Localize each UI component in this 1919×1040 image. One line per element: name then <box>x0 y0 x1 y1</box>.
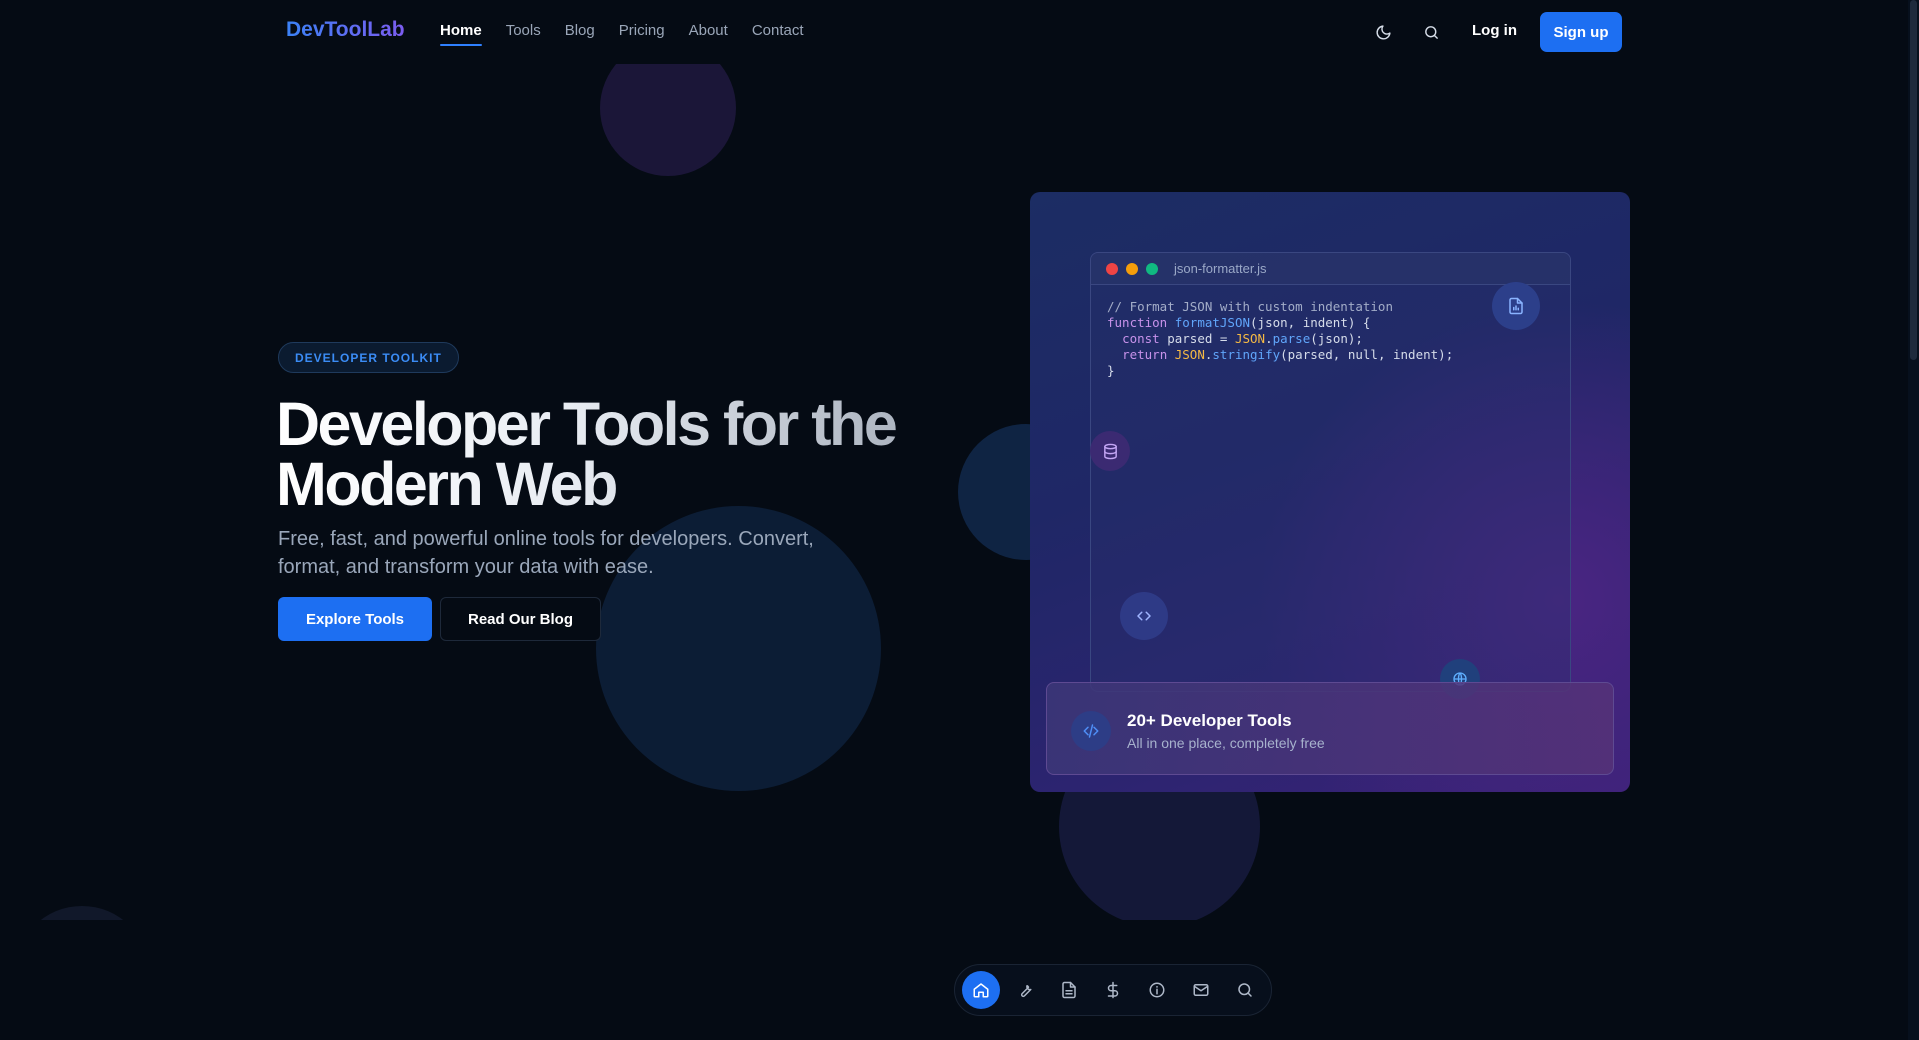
document-icon[interactable] <box>1050 971 1088 1009</box>
logo[interactable]: DevToolLab <box>286 18 405 42</box>
code-object: JSON <box>1234 331 1266 346</box>
nav-item-tools[interactable]: Tools <box>506 22 541 39</box>
nav-item-contact[interactable]: Contact <box>752 22 804 39</box>
home-icon[interactable] <box>962 971 1000 1009</box>
search-icon[interactable] <box>1419 20 1443 44</box>
login-link[interactable]: Log in <box>1472 22 1517 39</box>
code-keyword: const <box>1122 331 1160 346</box>
nav-item-blog[interactable]: Blog <box>565 22 595 39</box>
editor-filename: json-formatter.js <box>1174 261 1267 276</box>
nav-item-about[interactable]: About <box>689 22 728 39</box>
explore-tools-button[interactable]: Explore Tools <box>278 597 432 641</box>
file-chart-icon <box>1492 282 1540 330</box>
site-header: DevToolLab Home Tools Blog Pricing About… <box>0 0 1919 64</box>
code-comment: // Format JSON with custom indentation <box>1107 299 1393 314</box>
dollar-icon[interactable] <box>1094 971 1132 1009</box>
nav-item-home[interactable]: Home <box>440 22 482 46</box>
read-blog-button[interactable]: Read Our Blog <box>440 597 601 641</box>
editor-titlebar: json-formatter.js <box>1091 253 1570 285</box>
code-params: (json, indent) { <box>1250 315 1371 330</box>
hero-subtitle: Free, fast, and powerful online tools fo… <box>278 528 814 578</box>
minimize-dot-icon <box>1126 262 1138 275</box>
main-nav: Home Tools Blog Pricing About Contact <box>440 22 804 46</box>
code-keyword: return <box>1122 347 1168 362</box>
maximize-dot-icon <box>1146 262 1158 275</box>
code-icon <box>1120 592 1168 640</box>
bottom-dock <box>954 964 1272 1016</box>
code-keyword: function <box>1107 315 1168 330</box>
code-text: . <box>1265 331 1273 346</box>
page: DevToolLab Home Tools Blog Pricing About… <box>0 0 1919 1040</box>
code-object: JSON <box>1174 347 1205 362</box>
code-text: } <box>1107 363 1115 378</box>
code-method: parse <box>1272 331 1311 346</box>
code-tag-icon <box>1071 711 1111 751</box>
code-text: (parsed, null, indent); <box>1280 347 1454 362</box>
nav-item-pricing[interactable]: Pricing <box>619 22 665 39</box>
database-icon <box>1090 431 1130 471</box>
search-icon[interactable] <box>1226 971 1264 1009</box>
tools-count-title: 20+ Developer Tools <box>1127 711 1292 730</box>
hero-title-line1: Developer Tools for the <box>276 390 896 458</box>
moon-icon[interactable] <box>1371 20 1395 44</box>
code-text: parsed = <box>1159 331 1235 346</box>
code-method: stringify <box>1212 347 1281 362</box>
tools-count-panel: 20+ Developer Tools All in one place, co… <box>1046 682 1614 775</box>
wrench-icon[interactable] <box>1006 971 1044 1009</box>
hero-badge: DEVELOPER TOOLKIT <box>278 342 459 373</box>
hero-title: Developer Tools for the Modern Web <box>276 394 916 514</box>
signup-button[interactable]: Sign up <box>1540 12 1622 52</box>
hero-title-line2: Modern Web <box>276 450 616 518</box>
code-text: (json); <box>1310 331 1363 346</box>
tools-count-subtitle: All in one place, completely free <box>1127 735 1325 751</box>
close-dot-icon <box>1106 262 1118 275</box>
mail-icon[interactable] <box>1182 971 1220 1009</box>
scrollbar-thumb[interactable] <box>1910 0 1917 360</box>
code-function-name: formatJSON <box>1174 315 1251 330</box>
info-icon[interactable] <box>1138 971 1176 1009</box>
